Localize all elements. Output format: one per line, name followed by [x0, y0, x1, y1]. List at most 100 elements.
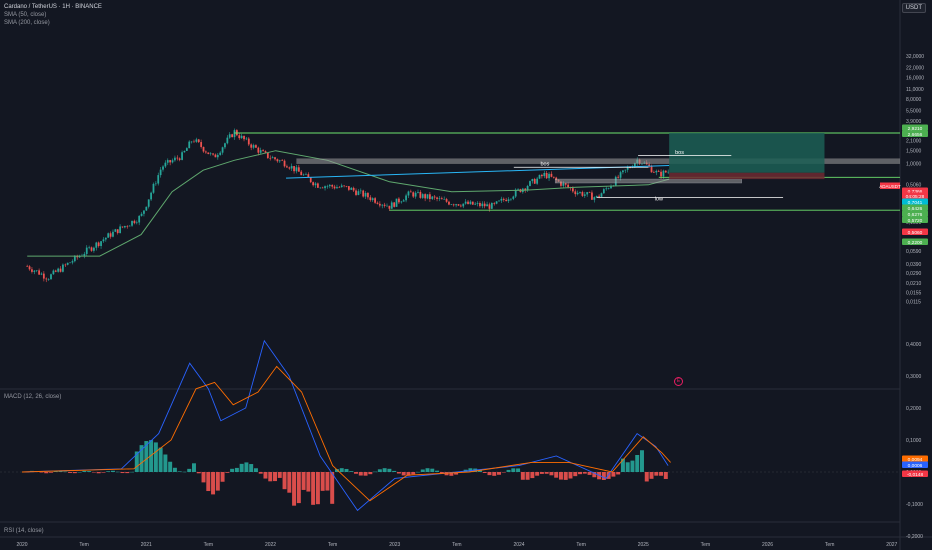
- candle: [595, 195, 598, 198]
- time-axis-tick: 2020: [16, 542, 27, 548]
- macd-histogram-bar: [525, 472, 530, 480]
- candle: [419, 191, 422, 198]
- candle: [271, 157, 274, 159]
- currency-selector[interactable]: USDT: [901, 3, 926, 13]
- candle: [252, 145, 255, 148]
- time-axis-tick: 2023: [389, 542, 400, 548]
- candle: [371, 198, 374, 201]
- candle: [552, 176, 555, 178]
- macd-histogram-bar: [49, 472, 53, 473]
- macd-histogram-bar: [611, 472, 616, 477]
- price-badge-text: 2,6656: [908, 132, 923, 138]
- candle: [431, 196, 434, 200]
- calendar-event-icon[interactable]: E: [674, 377, 683, 386]
- macd-histogram-bar: [663, 472, 668, 479]
- macd-histogram-bar: [520, 472, 525, 480]
- macd-histogram-bar: [411, 472, 416, 475]
- candle: [52, 270, 55, 275]
- trading-chart[interactable]: 32,0000 22,0000 16,0000 11,0000 8,0000 5,5000…: [0, 0, 932, 550]
- candle: [176, 157, 179, 159]
- candle: [338, 187, 341, 188]
- macd-histogram-bar: [573, 472, 578, 477]
- candle: [443, 199, 446, 200]
- candle: [498, 200, 500, 202]
- macd-histogram-bar: [177, 471, 182, 472]
- price-badge-text: 0,2200: [908, 240, 923, 246]
- candle: [541, 174, 543, 177]
- candle: [54, 270, 57, 272]
- macd-histogram-bar: [392, 470, 397, 472]
- macd-histogram-bar: [82, 470, 87, 472]
- macd-histogram-bar: [306, 472, 311, 492]
- candle: [347, 186, 350, 190]
- price-axis-tick: 2,1000: [906, 138, 922, 144]
- candle: [238, 135, 241, 139]
- macd-histogram-bar: [91, 472, 96, 473]
- macd-axis-tick: -0,1000: [906, 502, 923, 508]
- candle: [369, 197, 372, 201]
- candle: [505, 199, 508, 202]
- candle: [650, 166, 653, 173]
- candle: [583, 194, 586, 196]
- macd-histogram-bar: [287, 472, 292, 493]
- candle: [657, 170, 660, 172]
- candle: [576, 192, 579, 195]
- macd-histogram-bar: [373, 471, 378, 473]
- candle: [193, 141, 195, 143]
- rsi-legend[interactable]: RSI (14, close): [4, 528, 44, 535]
- candle: [295, 167, 298, 172]
- candle: [269, 157, 272, 159]
- candle: [619, 172, 622, 178]
- price-badge-text: 0,5060: [908, 230, 923, 236]
- price-axis-tick: 16,0000: [906, 75, 924, 81]
- sma50-legend[interactable]: SMA (50, close): [4, 12, 46, 19]
- macd-histogram-bar: [130, 471, 135, 473]
- candle: [479, 203, 481, 207]
- macd-histogram-bar: [201, 472, 206, 483]
- time-axis-tick: 2026: [762, 542, 773, 548]
- candle: [602, 189, 605, 194]
- time-axis-tick: Tem: [452, 542, 461, 548]
- macd-histogram-bar: [106, 471, 111, 472]
- candle: [378, 203, 381, 206]
- candle: [219, 152, 222, 155]
- macd-histogram-bar: [558, 472, 563, 480]
- candle: [548, 173, 550, 179]
- candle: [464, 201, 467, 204]
- candle: [185, 148, 188, 151]
- candle: [97, 242, 100, 246]
- candle: [181, 152, 183, 160]
- macd-histogram-bar: [292, 472, 297, 506]
- candle: [42, 273, 45, 279]
- candle: [398, 198, 400, 203]
- candle: [274, 157, 276, 160]
- macd-histogram-bar: [578, 472, 583, 475]
- candle: [107, 233, 110, 238]
- candle: [233, 130, 236, 138]
- candle: [147, 199, 150, 207]
- macd-histogram-bar: [239, 463, 244, 472]
- candle: [386, 205, 388, 207]
- candle: [255, 145, 257, 148]
- price-axis-tick: 0,0390: [906, 262, 922, 268]
- candle: [188, 141, 191, 149]
- macd-histogram-bar: [101, 472, 106, 473]
- macd-histogram-bar: [387, 468, 392, 472]
- candle: [212, 153, 214, 155]
- candle: [324, 186, 326, 189]
- macd-histogram-bar: [382, 468, 387, 472]
- candle: [433, 196, 436, 198]
- candle: [588, 192, 591, 193]
- candle: [283, 160, 286, 167]
- candle: [71, 261, 74, 263]
- time-axis-tick: Tem: [204, 542, 213, 548]
- price-axis-tick: 1,5000: [906, 149, 922, 155]
- candle: [26, 266, 29, 267]
- sma200-legend[interactable]: SMA (200, close): [4, 20, 50, 27]
- annotation-label: low: [655, 197, 663, 203]
- price-axis-tick: 0,0210: [906, 281, 922, 287]
- candle: [448, 201, 450, 205]
- macd-legend[interactable]: MACD (12, 26, close): [4, 394, 61, 401]
- candle: [302, 174, 305, 176]
- candle: [245, 138, 248, 140]
